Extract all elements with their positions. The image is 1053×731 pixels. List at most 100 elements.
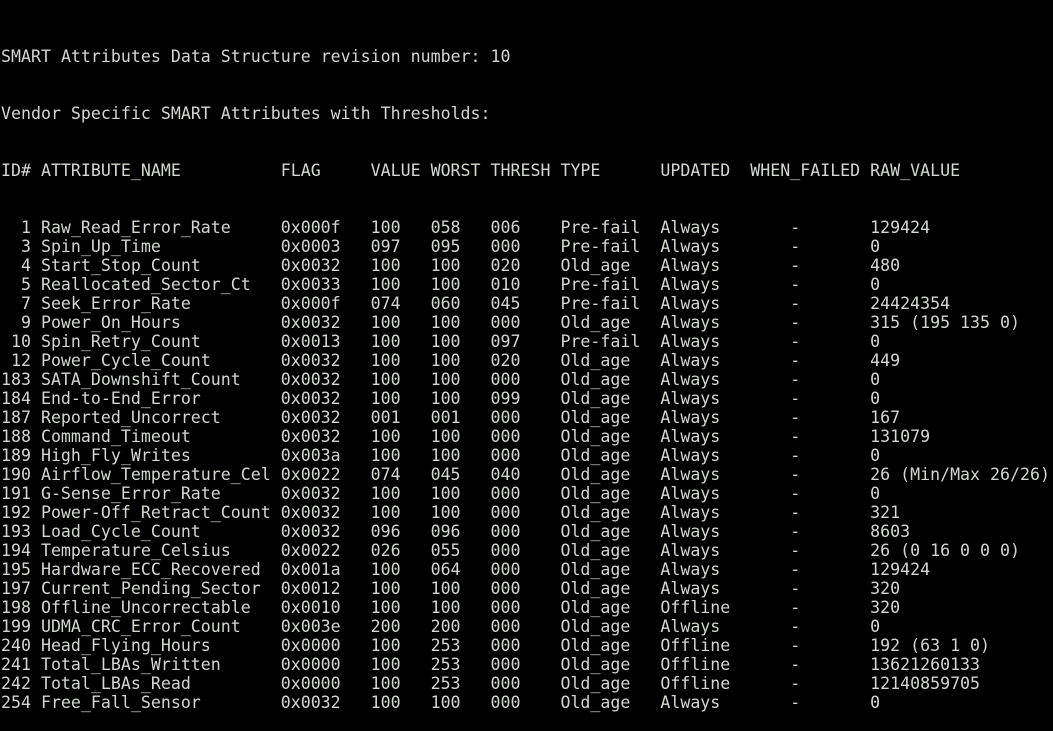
attr-updated: Always (660, 256, 721, 275)
attr-name: Power-Off_Retract_Count (40, 503, 271, 522)
attr-thresh: 099 (490, 389, 521, 408)
attr-worst: 100 (430, 446, 461, 465)
attr-updated: Always (660, 484, 721, 503)
attr-raw-value: 320 (870, 579, 901, 598)
attr-updated: Offline (660, 636, 731, 655)
attr-thresh: 000 (490, 427, 521, 446)
table-row: 4 Start_Stop_Count 0x0032 100 100 020 Old_age A… (1, 256, 1053, 275)
attr-type: Old_age (560, 351, 631, 370)
attr-thresh: 000 (490, 313, 521, 332)
attr-flag: 0x0022 (280, 541, 341, 560)
attr-thresh: 006 (490, 218, 521, 237)
attr-value: 100 (370, 693, 401, 712)
attr-updated: Always (660, 503, 721, 522)
attr-thresh: 000 (490, 522, 521, 541)
table-row: 194 Temperature_Celsius 0x0022 026 055 000 Old… (1, 541, 1053, 560)
attr-updated: Always (660, 275, 721, 294)
table-row: 198 Offline_Uncorrectable 0x0010 100 100 000 O… (1, 598, 1053, 617)
attr-id: 195 (1, 560, 31, 579)
attr-worst: 100 (430, 579, 461, 598)
attr-id: 190 (1, 465, 31, 484)
col-header-value: VALUE (370, 161, 421, 180)
attr-name: End-to-End_Error (40, 389, 201, 408)
attribute-table: 1 Raw_Read_Error_Rate 0x000f 100 058 006 Pre-f… (1, 218, 1053, 712)
attr-value: 100 (370, 598, 401, 617)
attr-flag: 0x0032 (280, 313, 341, 332)
vendor-line: Vendor Specific SMART Attributes with Th… (1, 104, 1053, 123)
attr-when-failed: - (790, 655, 801, 674)
attr-id: 198 (1, 598, 31, 617)
table-row: 192 Power-Off_Retract_Count 0x0032 100 100 00… (1, 503, 1053, 522)
attr-raw-value: 26 (0 16 0 0 0) (870, 541, 1020, 560)
attr-value: 100 (370, 332, 401, 351)
attr-when-failed: - (790, 237, 801, 256)
attr-value: 100 (370, 674, 401, 693)
attr-when-failed: - (790, 465, 801, 484)
attr-value: 100 (370, 484, 401, 503)
attr-raw-value: 0 (870, 484, 881, 503)
attr-updated: Always (660, 617, 721, 636)
attr-name: Offline_Uncorrectable (40, 598, 251, 617)
table-row: 9 Power_On_Hours 0x0032 100 100 000 Old_age Alw… (1, 313, 1053, 332)
attr-id: 199 (1, 617, 31, 636)
attr-name: Reported_Uncorrect (40, 408, 221, 427)
table-row: 7 Seek_Error_Rate 0x000f 074 060 045 Pre-fail A… (1, 294, 1053, 313)
attr-flag: 0x0000 (280, 655, 341, 674)
attr-when-failed: - (790, 560, 801, 579)
attr-updated: Always (660, 522, 721, 541)
attr-worst: 100 (430, 598, 461, 617)
table-row: 10 Spin_Retry_Count 0x0013 100 100 097 Pre-fai… (1, 332, 1053, 351)
attr-value: 001 (370, 408, 401, 427)
attr-name: Total_LBAs_Read (40, 674, 191, 693)
attr-worst: 100 (430, 503, 461, 522)
attr-raw-value: 129424 (870, 218, 931, 237)
attr-worst: 253 (430, 674, 461, 693)
attr-value: 100 (370, 351, 401, 370)
col-header-type: TYPE (560, 161, 601, 180)
attr-thresh: 000 (490, 541, 521, 560)
attr-type: Old_age (560, 446, 631, 465)
attr-id: 3 (20, 237, 31, 256)
revision-text: SMART Attributes Data Structure revision… (1, 47, 511, 66)
terminal-window[interactable]: SMART Attributes Data Structure revision… (0, 0, 1053, 712)
attr-when-failed: - (790, 636, 801, 655)
attr-thresh: 097 (490, 332, 521, 351)
attr-value: 074 (370, 465, 401, 484)
col-header-thresh: THRESH (490, 161, 551, 180)
attr-thresh: 010 (490, 275, 521, 294)
attr-thresh: 000 (490, 503, 521, 522)
attr-id: 12 (10, 351, 31, 370)
attr-when-failed: - (790, 408, 801, 427)
attr-worst: 100 (430, 370, 461, 389)
attr-worst: 064 (430, 560, 461, 579)
attr-when-failed: - (790, 484, 801, 503)
attr-thresh: 000 (490, 237, 521, 256)
attr-thresh: 000 (490, 636, 521, 655)
attr-worst: 100 (430, 256, 461, 275)
table-row: 184 End-to-End_Error 0x0032 100 100 099 Old_ag… (1, 389, 1053, 408)
attr-name: Load_Cycle_Count (40, 522, 201, 541)
table-row: 241 Total_LBAs_Written 0x0000 100 253 000 Old_… (1, 655, 1053, 674)
attr-value: 100 (370, 256, 401, 275)
attr-when-failed: - (790, 674, 801, 693)
attr-thresh: 000 (490, 674, 521, 693)
attr-updated: Always (660, 218, 721, 237)
attr-type: Old_age (560, 598, 631, 617)
attr-thresh: 000 (490, 579, 521, 598)
attr-value: 100 (370, 427, 401, 446)
attr-name: Current_Pending_Sector (40, 579, 261, 598)
attr-when-failed: - (790, 275, 801, 294)
attr-updated: Always (660, 370, 721, 389)
attr-flag: 0x0032 (280, 256, 341, 275)
attr-name: Spin_Retry_Count (40, 332, 201, 351)
attr-id: 187 (1, 408, 31, 427)
attr-id: 194 (1, 541, 31, 560)
attr-name: Free_Fall_Sensor (40, 693, 201, 712)
attr-worst: 100 (430, 389, 461, 408)
table-row: 12 Power_Cycle_Count 0x0032 100 100 020 Old_ag… (1, 351, 1053, 370)
table-row: 183 SATA_Downshift_Count 0x0032 100 100 000 Ol… (1, 370, 1053, 389)
attr-flag: 0x0032 (280, 427, 341, 446)
attr-flag: 0x003e (280, 617, 341, 636)
attr-id: 5 (20, 275, 31, 294)
attr-worst: 100 (430, 484, 461, 503)
